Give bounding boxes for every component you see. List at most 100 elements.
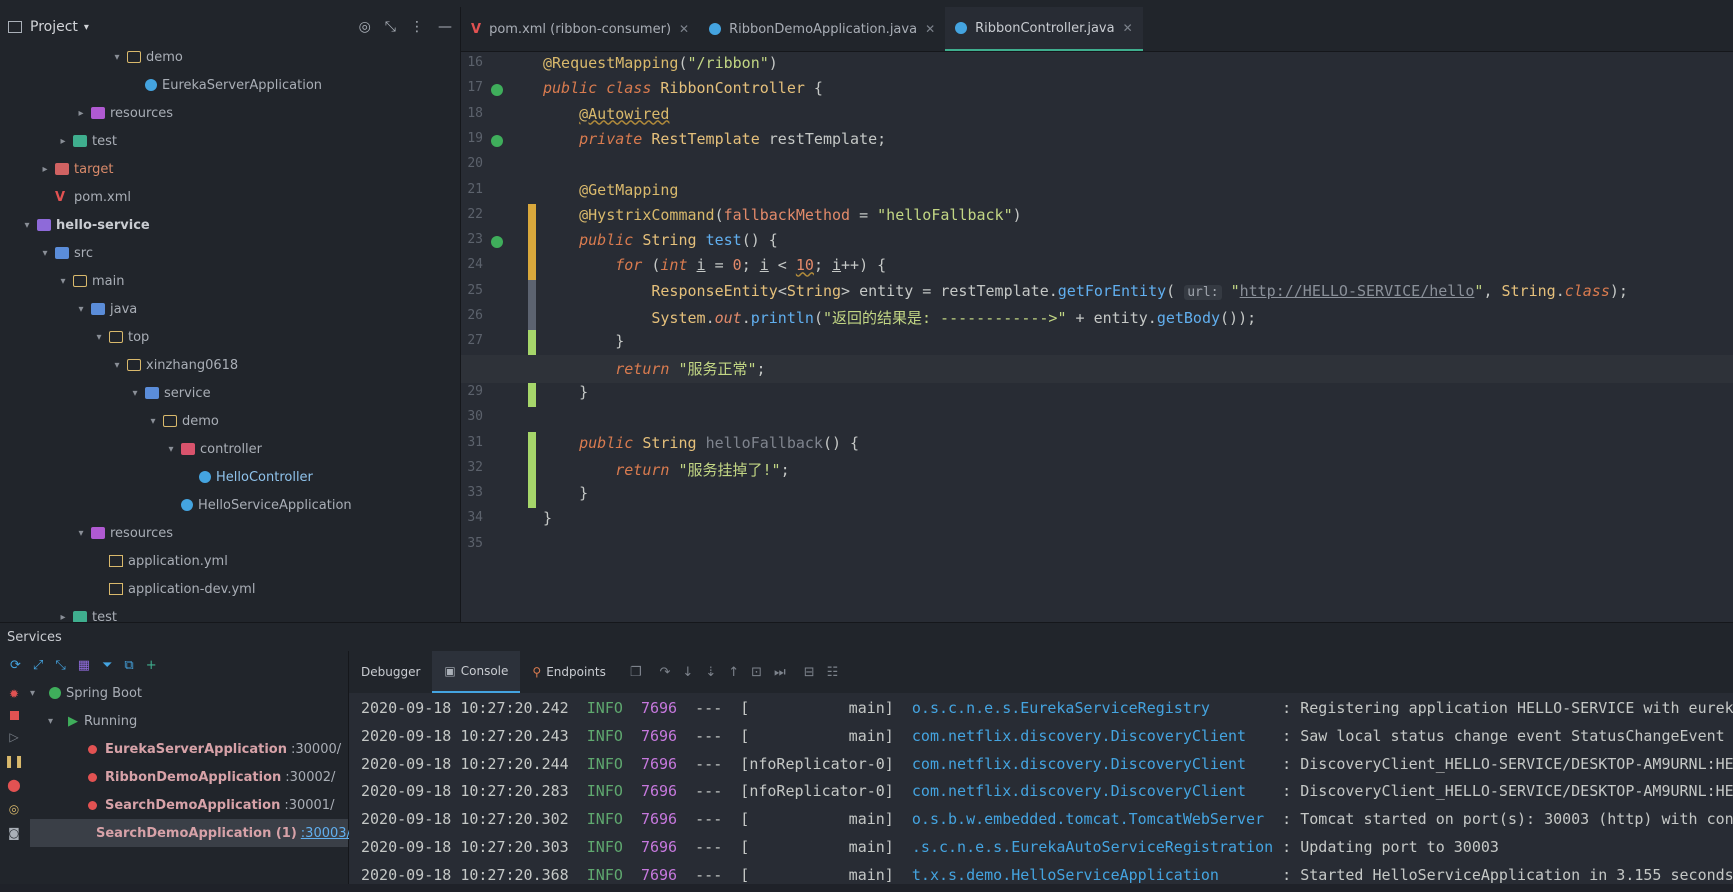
expand-all-icon[interactable]: ⤢ <box>33 658 43 673</box>
chevron-down-icon[interactable]: ▾ <box>38 248 52 259</box>
restore-layout-icon[interactable]: ❐ <box>630 665 642 680</box>
spring-boot-group[interactable]: ▾ Spring Boot <box>30 679 348 707</box>
project-title[interactable]: Project <box>30 19 78 35</box>
service-item[interactable]: SearchDemoApplication:30001/ <box>30 791 348 819</box>
camera-icon[interactable]: ◙ <box>8 826 20 840</box>
code-line[interactable]: } <box>543 509 552 527</box>
drop-frame-icon[interactable]: ⊡ <box>751 665 762 680</box>
vcs-change-marker[interactable] <box>528 330 536 357</box>
spring-bean-icon[interactable] <box>491 236 503 249</box>
tree-item[interactable]: ▾ main <box>56 267 124 295</box>
tree-item[interactable]: ▾ demo <box>146 407 218 435</box>
tree-item[interactable]: ▾ xinzhang0618 <box>110 351 238 379</box>
service-port-link[interactable]: :30002/ <box>285 770 335 785</box>
tree-item[interactable]: HelloController <box>182 463 313 491</box>
chevron-down-icon[interactable]: ▾ <box>20 220 34 231</box>
code-line[interactable]: public String test() { <box>543 231 778 249</box>
trace-icon[interactable]: ☷ <box>827 665 839 680</box>
vcs-change-marker[interactable] <box>528 456 536 483</box>
chevron-down-icon[interactable]: ▾ <box>128 388 142 399</box>
vcs-change-marker[interactable] <box>528 229 536 256</box>
editor-tab[interactable]: Vpom.xml (ribbon-consumer) ✕ <box>461 7 699 51</box>
code-line[interactable]: @RequestMapping("/ribbon") <box>543 54 778 72</box>
service-port-link[interactable]: :30003/ <box>301 826 351 841</box>
chevron-down-icon[interactable]: ▾ <box>146 416 160 427</box>
editor-tab[interactable]: RibbonController.java ✕ <box>945 7 1143 51</box>
vcs-change-marker[interactable] <box>528 482 536 509</box>
step-out-icon[interactable]: ↑ <box>728 665 739 680</box>
more-options-icon[interactable]: ⋮ <box>410 19 424 35</box>
tree-item[interactable]: HelloServiceApplication <box>164 491 352 519</box>
close-icon[interactable]: ✕ <box>925 22 935 36</box>
tree-item[interactable]: ▾ hello-service <box>20 211 149 239</box>
tree-item[interactable]: ▾ service <box>128 379 210 407</box>
chevron-right-icon[interactable]: ▸ <box>56 136 70 147</box>
tree-item[interactable]: ▾ java <box>74 295 137 323</box>
chevron-down-icon[interactable]: ▾ <box>164 444 178 455</box>
tree-item[interactable]: application-dev.yml <box>92 575 255 603</box>
new-tab-icon[interactable]: ⧉ <box>124 658 133 673</box>
service-item[interactable]: RibbonDemoApplication:30002/ <box>30 763 348 791</box>
chevron-down-icon[interactable]: ▾ <box>92 332 106 343</box>
service-item[interactable]: SearchDemoApplication (1):30003/ <box>30 819 351 847</box>
refresh-icon[interactable]: ⟳ <box>10 658 21 673</box>
tree-item[interactable]: ▾ demo <box>110 43 182 71</box>
tree-item[interactable]: ▾ top <box>92 323 149 351</box>
chevron-right-icon[interactable]: ▸ <box>74 108 88 119</box>
chevron-down-icon[interactable]: ▾ <box>110 360 124 371</box>
tree-item[interactable]: ▸ resources <box>74 99 173 127</box>
vcs-change-marker[interactable] <box>528 305 536 331</box>
tree-item[interactable]: ▾ resources <box>74 519 173 547</box>
tree-item[interactable]: ▸ target <box>38 155 113 183</box>
spring-bean-icon[interactable] <box>491 84 503 97</box>
locate-icon[interactable]: ◎ <box>359 19 371 35</box>
chevron-down-icon[interactable]: ▾ <box>84 22 89 33</box>
code-line[interactable]: public class RibbonController { <box>543 79 823 97</box>
resume-icon[interactable]: ▷ <box>9 730 18 744</box>
add-service-icon[interactable]: + <box>146 658 157 673</box>
tree-item[interactable]: application.yml <box>92 547 228 575</box>
vcs-change-marker[interactable] <box>528 380 536 407</box>
collapse-all-icon[interactable]: ⤡ <box>55 658 65 673</box>
chevron-right-icon[interactable]: ▸ <box>56 612 70 623</box>
step-over-icon[interactable]: ↷ <box>660 665 671 680</box>
stop-icon[interactable] <box>9 711 19 720</box>
running-group[interactable]: ▾ ▶ Running <box>48 707 348 735</box>
code-line[interactable]: public String helloFallback() { <box>543 434 859 452</box>
tab-debugger[interactable]: Debugger <box>349 651 432 693</box>
code-line[interactable]: } <box>543 383 588 401</box>
tree-item[interactable]: ▾ controller <box>164 435 262 463</box>
pause-icon[interactable]: ❚❚ <box>4 754 24 768</box>
debug-icon[interactable]: ✹ <box>9 687 19 701</box>
step-into-icon[interactable]: ↓ <box>682 665 693 680</box>
code-line[interactable]: return "服务正常"; <box>543 358 765 379</box>
code-line[interactable]: ResponseEntity<String> entity = restTemp… <box>543 282 1628 300</box>
hide-icon[interactable]: — <box>438 19 452 35</box>
evaluate-icon[interactable]: ⊟ <box>804 665 815 680</box>
close-icon[interactable]: ✕ <box>679 22 689 36</box>
chevron-down-icon[interactable]: ▾ <box>110 52 124 63</box>
code-line[interactable]: @Autowired <box>543 105 669 123</box>
filter-icon[interactable]: ⏷ <box>102 658 112 673</box>
close-icon[interactable]: ✕ <box>1123 21 1133 35</box>
vcs-change-marker[interactable] <box>528 431 536 458</box>
breakpoints-icon[interactable]: ⬤ <box>7 778 20 792</box>
mute-breakpoints-icon[interactable]: ◎ <box>9 802 19 816</box>
collapse-icon[interactable]: ⤡ <box>385 19 396 35</box>
service-port-link[interactable]: :30001/ <box>284 798 334 813</box>
tree-item[interactable]: EurekaServerApplication <box>128 71 322 99</box>
chevron-down-icon[interactable]: ▾ <box>74 304 88 315</box>
chevron-down-icon[interactable]: ▾ <box>56 276 70 287</box>
tab-console[interactable]: ▣ Console <box>432 651 521 693</box>
code-line[interactable]: @GetMapping <box>543 181 678 199</box>
tree-item[interactable]: Vpom.xml <box>38 183 131 211</box>
code-line[interactable]: } <box>543 332 624 350</box>
code-line[interactable]: for (int i = 0; i < 10; i++) { <box>543 256 886 274</box>
run-to-cursor-icon[interactable]: ⏭ <box>774 665 786 680</box>
code-line[interactable]: System.out.println("返回的结果是: ------------… <box>543 307 1256 328</box>
tree-item[interactable]: ▸ test <box>56 127 116 155</box>
group-icon[interactable]: ▦ <box>78 658 90 673</box>
code-line[interactable]: } <box>543 484 588 502</box>
service-port-link[interactable]: :30000/ <box>291 742 341 757</box>
tree-item[interactable]: ▾ src <box>38 239 93 267</box>
